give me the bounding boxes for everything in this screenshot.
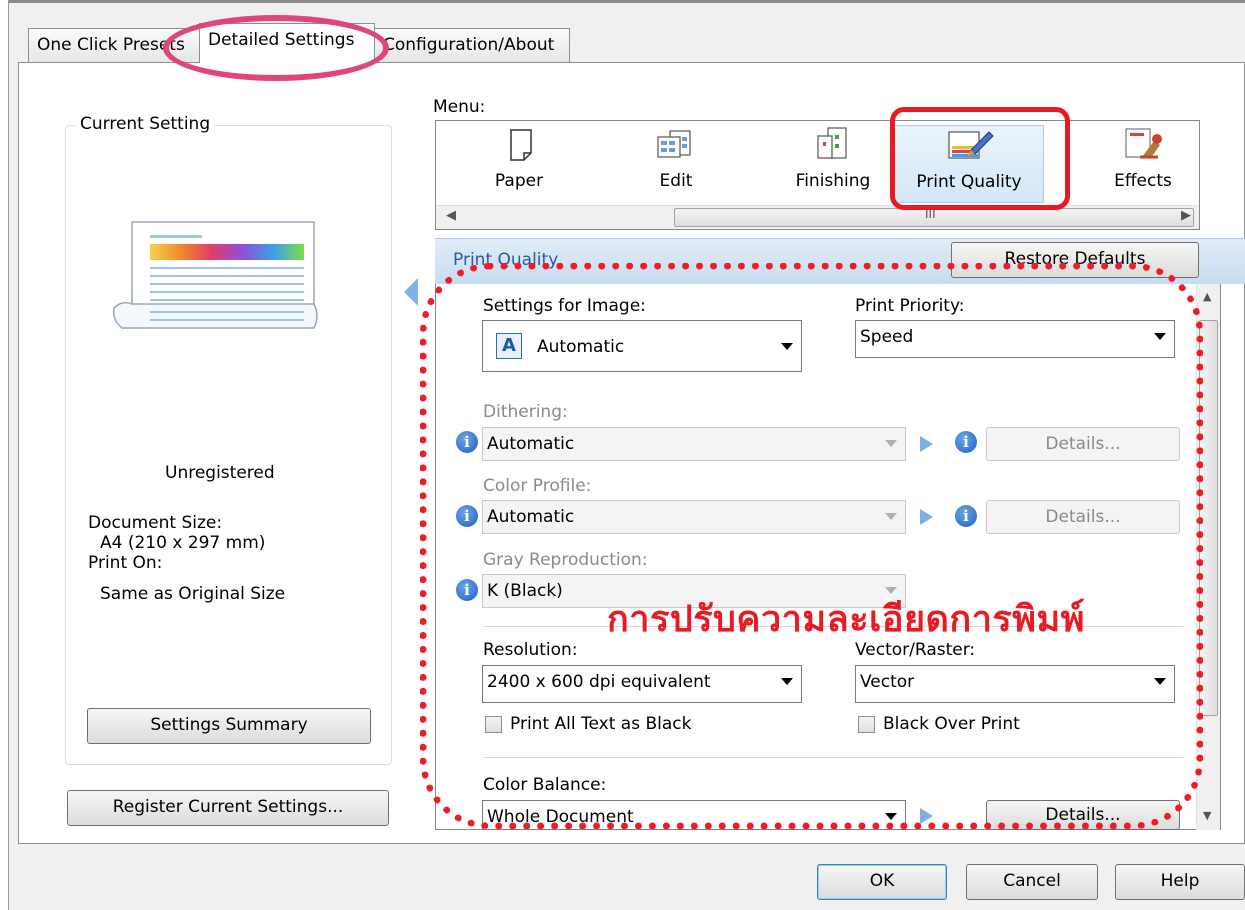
effects-icon <box>1125 128 1162 159</box>
highlight-rectangle-annotation <box>890 107 1070 210</box>
menu-item-edit[interactable]: Edit <box>616 121 736 205</box>
menu-ribbon: Paper Edit Finishing Print Quality Effec… <box>435 120 1200 230</box>
menu-item-label: Finishing <box>795 171 871 191</box>
paper-icon <box>510 129 532 161</box>
scroll-right-icon[interactable]: ▶ <box>1181 208 1191 223</box>
finishing-icon <box>817 127 847 159</box>
register-current-settings-button[interactable]: Register Current Settings... <box>67 790 389 826</box>
tab-configuration-about[interactable]: Configuration/About <box>374 28 570 62</box>
highlight-dotted-annotation <box>420 263 1203 829</box>
print-on-value: Same as Original Size <box>100 584 286 604</box>
document-size-label: Document Size: <box>88 513 223 533</box>
highlight-ellipse-annotation <box>163 15 389 81</box>
edit-icon <box>657 130 691 158</box>
scroll-left-icon[interactable]: ◀ <box>446 208 456 223</box>
scroll-down-icon[interactable]: ▼ <box>1203 809 1211 822</box>
menu-item-label: Paper <box>494 171 544 191</box>
scroll-thumb[interactable]: III <box>674 207 1194 227</box>
collapse-panel-arrow-icon[interactable] <box>404 278 418 306</box>
help-button[interactable]: Help <box>1115 864 1245 900</box>
menu-item-label: Edit <box>659 171 693 191</box>
document-size-value: A4 (210 x 297 mm) <box>100 533 266 553</box>
thai-caption-annotation: การปรับความละเอียดการพิมพ์ <box>607 599 1085 640</box>
registration-status: Unregistered <box>165 463 275 483</box>
menu-item-effects[interactable]: Effects <box>1086 121 1200 205</box>
settings-summary-button[interactable]: Settings Summary <box>87 708 371 744</box>
page-preview-icon <box>112 221 318 329</box>
ok-button[interactable]: OK <box>817 864 947 900</box>
menu-item-label: Effects <box>1114 171 1172 191</box>
menu-horizontal-scrollbar[interactable]: ◀ III ▶ <box>436 205 1199 229</box>
current-setting-title: Current Setting <box>76 114 215 134</box>
window-left-border <box>0 0 9 910</box>
scroll-up-icon[interactable]: ▲ <box>1203 290 1211 303</box>
tab-label: Configuration/About <box>383 35 555 55</box>
menu-item-paper[interactable]: Paper <box>464 121 574 205</box>
menu-label: Menu: <box>433 97 486 117</box>
print-on-label: Print On: <box>88 553 163 573</box>
menu-item-finishing[interactable]: Finishing <box>776 121 890 205</box>
cancel-button[interactable]: Cancel <box>966 864 1098 900</box>
